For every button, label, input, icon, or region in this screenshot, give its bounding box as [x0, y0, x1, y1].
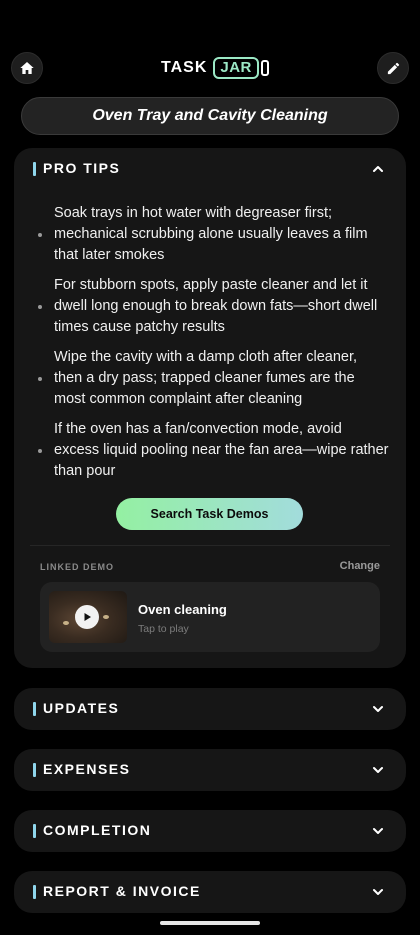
play-button[interactable] [75, 605, 99, 629]
bullet-icon [38, 448, 42, 453]
logo-jar-text: JAR [213, 57, 259, 79]
bullet-icon [38, 376, 42, 381]
chevron-down-icon[interactable] [372, 703, 384, 715]
section-accent-bar [33, 162, 36, 176]
demo-thumbnail [49, 591, 127, 643]
app-header: TASK JAR [0, 52, 420, 84]
tip-text: Wipe the cavity with a damp cloth after … [54, 349, 358, 407]
thumbnail-light [63, 621, 69, 625]
edit-button[interactable] [377, 52, 409, 84]
section-expenses[interactable]: EXPENSES [14, 749, 406, 791]
jar-lid-icon [260, 60, 269, 76]
divider [30, 545, 390, 546]
pro-tips-header[interactable]: PRO TIPS [14, 148, 406, 190]
home-button[interactable] [11, 52, 43, 84]
task-jar-logo: TASK JAR [161, 56, 269, 80]
pro-tips-title: PRO TIPS [43, 160, 121, 176]
chevron-up-icon[interactable] [372, 163, 384, 175]
tip-text: For stubborn spots, apply paste cleaner … [54, 277, 378, 335]
chevron-down-icon[interactable] [372, 886, 384, 898]
chevron-down-icon[interactable] [372, 764, 384, 776]
section-header[interactable]: EXPENSES [14, 749, 406, 791]
tip-text: If the oven has a fan/convection mode, a… [54, 421, 389, 479]
section-report-invoice[interactable]: REPORT & INVOICE [14, 871, 406, 913]
list-item: If the oven has a fan/convection mode, a… [38, 419, 389, 482]
chevron-down-icon[interactable] [372, 825, 384, 837]
demo-title: Oven cleaning [138, 602, 227, 617]
list-item: Wipe the cavity with a damp cloth after … [38, 347, 389, 410]
bullet-icon [38, 232, 42, 237]
section-header[interactable]: COMPLETION [14, 810, 406, 852]
pro-tips-list: Soak trays in hot water with degreaser f… [38, 203, 389, 491]
section-title: EXPENSES [43, 761, 131, 777]
job-title: Oven Tray and Cavity Cleaning [21, 97, 399, 135]
section-title: UPDATES [43, 700, 120, 716]
section-accent-bar [33, 824, 36, 838]
tip-text: Soak trays in hot water with degreaser f… [54, 205, 368, 263]
linked-demo-label: LINKED DEMO [40, 562, 114, 572]
section-title: REPORT & INVOICE [43, 883, 201, 899]
logo-task-text: TASK [161, 59, 208, 76]
home-indicator [160, 921, 260, 925]
section-accent-bar [33, 885, 36, 899]
list-item: Soak trays in hot water with degreaser f… [38, 203, 389, 266]
section-accent-bar [33, 763, 36, 777]
section-title: COMPLETION [43, 822, 152, 838]
section-completion[interactable]: COMPLETION [14, 810, 406, 852]
demo-subtitle: Tap to play [138, 623, 189, 635]
pencil-icon [387, 62, 399, 74]
search-task-demos-button[interactable]: Search Task Demos [116, 498, 303, 530]
section-updates[interactable]: UPDATES [14, 688, 406, 730]
pro-tips-card: PRO TIPS Soak trays in hot water with de… [14, 148, 406, 668]
section-header[interactable]: UPDATES [14, 688, 406, 730]
thumbnail-light [103, 615, 109, 619]
play-icon [84, 613, 91, 621]
change-demo-link[interactable]: Change [340, 560, 380, 572]
bullet-icon [38, 304, 42, 309]
linked-demo-card[interactable]: Oven cleaning Tap to play [40, 582, 380, 652]
section-header[interactable]: REPORT & INVOICE [14, 871, 406, 913]
list-item: For stubborn spots, apply paste cleaner … [38, 275, 389, 338]
home-icon [20, 62, 34, 74]
section-accent-bar [33, 702, 36, 716]
